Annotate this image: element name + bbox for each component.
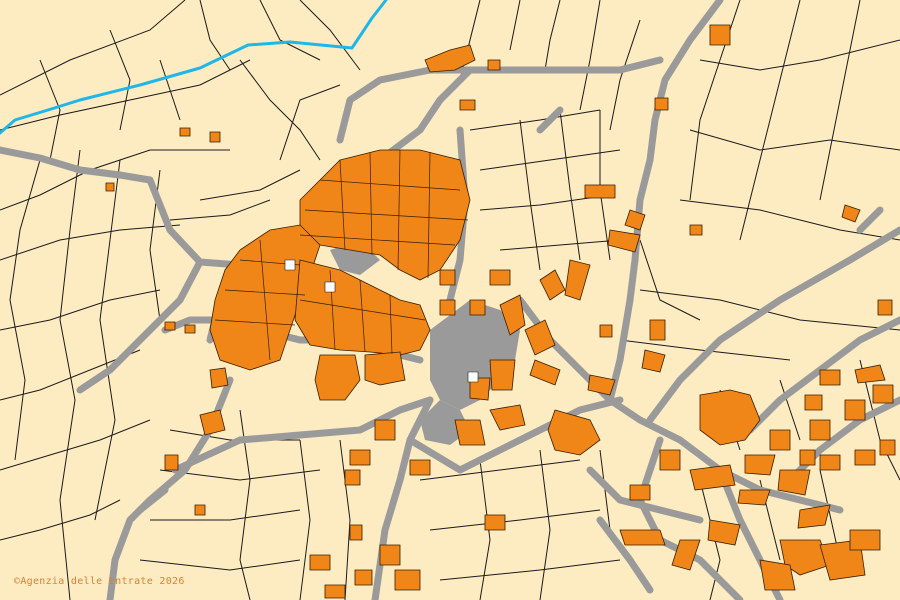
attribution-credit: ©Agenzia delle Entrate 2026 xyxy=(14,576,185,587)
map-canvas[interactable] xyxy=(0,0,900,600)
cadastral-map[interactable]: ©Agenzia delle Entrate 2026 xyxy=(0,0,900,600)
